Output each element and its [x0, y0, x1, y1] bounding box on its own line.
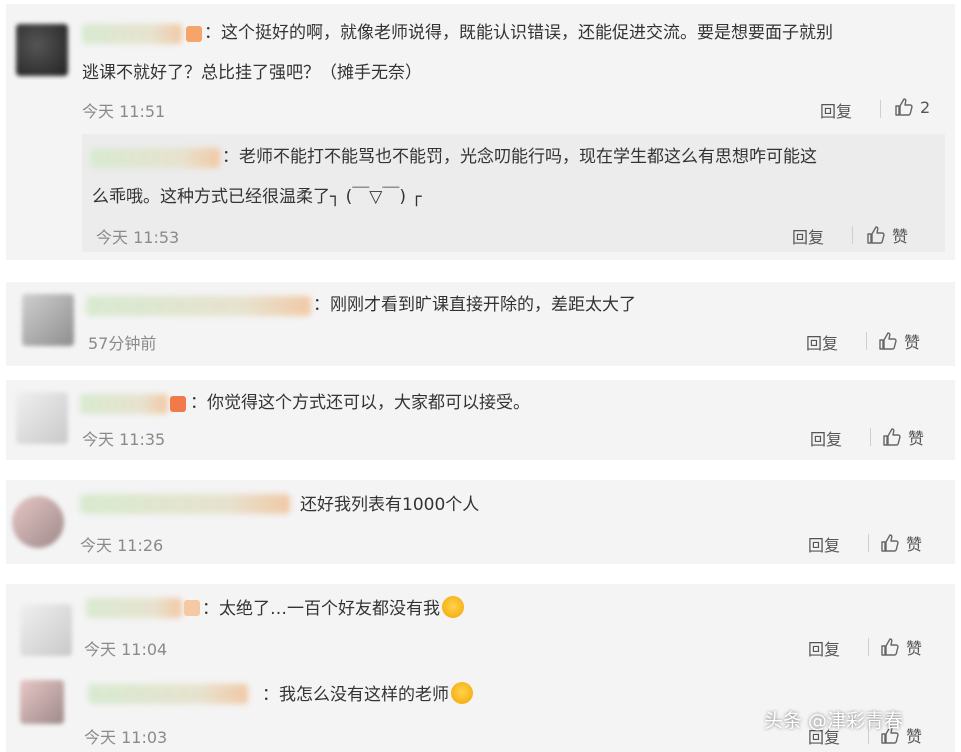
watermark: 头条 @津彩青春 [764, 710, 904, 732]
like-label: 赞 [906, 639, 923, 658]
comment-text-content: ：太绝了…一百个好友都没有我 [202, 599, 440, 619]
username-blurred[interactable] [86, 296, 311, 316]
divider [870, 428, 871, 446]
comment-card-4: 还好我列表有1000个人 今天 11:26 回复 赞 [6, 480, 955, 564]
comment-card-1: ：这个挺好的啊，就像老师说得，既能认识错误，还能促进交流。要是想要面子就别 逃课… [6, 4, 955, 260]
reply-button[interactable]: 回复 [808, 532, 840, 556]
reply-time: 今天 11:53 [96, 228, 180, 247]
like-button[interactable]: 赞 [878, 329, 920, 353]
comment-text: 逃课不就好了？总比挂了强吧？（摊手无奈） [82, 63, 422, 83]
thumbs-up-icon [895, 98, 913, 116]
avatar[interactable] [20, 604, 72, 656]
reply-text: ：老师不能打不能骂也不能罚，光念叨能行吗，现在学生都这么有思想咋可能这 [222, 147, 817, 167]
avatar[interactable] [22, 294, 74, 346]
divider [868, 534, 869, 552]
vip-badge-icon [184, 600, 200, 616]
like-label: 赞 [906, 727, 923, 746]
divider [868, 638, 869, 656]
comment-card-3: ：你觉得这个方式还可以，大家都可以接受。 今天 11:35 回复 赞 [6, 380, 955, 460]
reply-text: ：我怎么没有这样的老师 [262, 680, 473, 710]
comment-time: 今天 11:26 [80, 536, 164, 555]
thumbs-up-icon [881, 638, 899, 656]
reply-text-content: ：我怎么没有这样的老师 [262, 685, 449, 705]
reply-button[interactable]: 回复 [810, 426, 842, 450]
avatar[interactable] [16, 24, 68, 76]
comment-text: ：刚刚才看到旷课直接开除的，差距太大了 [313, 295, 636, 315]
reply-button[interactable]: 回复 [820, 98, 852, 122]
comment-text: ：太绝了…一百个好友都没有我 [202, 594, 464, 624]
username-blurred[interactable] [80, 494, 290, 514]
like-button[interactable]: 赞 [880, 635, 922, 659]
username-blurred[interactable] [82, 24, 182, 44]
vip-badge-icon [186, 26, 202, 42]
like-button[interactable]: 赞 [866, 223, 908, 247]
laugh-cry-emoji-icon [451, 682, 473, 704]
like-button[interactable]: 赞 [882, 425, 924, 449]
divider [880, 100, 881, 118]
thumbs-up-icon [881, 534, 899, 552]
comment-time: 今天 11:35 [82, 430, 166, 449]
username-blurred[interactable] [88, 684, 248, 704]
like-label: 赞 [904, 333, 921, 352]
divider [852, 226, 853, 244]
comment-card-2: ：刚刚才看到旷课直接开除的，差距太大了 57分钟前 回复 赞 [6, 282, 955, 366]
comment-time: 57分钟前 [88, 334, 157, 353]
reply-button[interactable]: 回复 [808, 636, 840, 660]
like-button[interactable]: 赞 [880, 531, 922, 555]
comment-text: 还好我列表有1000个人 [300, 495, 480, 515]
reply-button[interactable]: 回复 [792, 224, 824, 248]
reply-button[interactable]: 回复 [806, 330, 838, 354]
avatar[interactable] [12, 496, 64, 548]
surprised-emoji-icon [442, 596, 464, 618]
avatar[interactable] [20, 680, 64, 724]
like-label: 赞 [908, 429, 925, 448]
comment-time: 今天 11:51 [82, 102, 166, 121]
like-label: 赞 [892, 227, 909, 246]
divider [866, 332, 867, 350]
comment-text: ：你觉得这个方式还可以，大家都可以接受。 [190, 393, 530, 413]
like-count: 2 [920, 97, 931, 117]
reply-text: 么乖哦。这种方式已经很温柔了┐ (￣▽￣) ┌ [92, 187, 422, 207]
comment-text: ：这个挺好的啊，就像老师说得，既能认识错误，还能促进交流。要是想要面子就别 [204, 23, 833, 43]
vip-badge-icon [170, 396, 186, 412]
username-blurred[interactable] [86, 598, 182, 618]
like-label: 赞 [906, 535, 923, 554]
username-blurred[interactable] [80, 394, 168, 414]
thumbs-up-icon [867, 226, 885, 244]
thumbs-up-icon [879, 332, 897, 350]
username-blurred[interactable] [90, 148, 220, 168]
like-button[interactable]: 2 [894, 97, 930, 117]
thumbs-up-icon [883, 428, 901, 446]
reply-time: 今天 11:03 [84, 728, 168, 747]
reply-card: ：老师不能打不能骂也不能罚，光念叨能行吗，现在学生都这么有思想咋可能这 么乖哦。… [82, 134, 945, 252]
avatar[interactable] [16, 392, 68, 444]
comment-time: 今天 11:04 [84, 640, 168, 659]
